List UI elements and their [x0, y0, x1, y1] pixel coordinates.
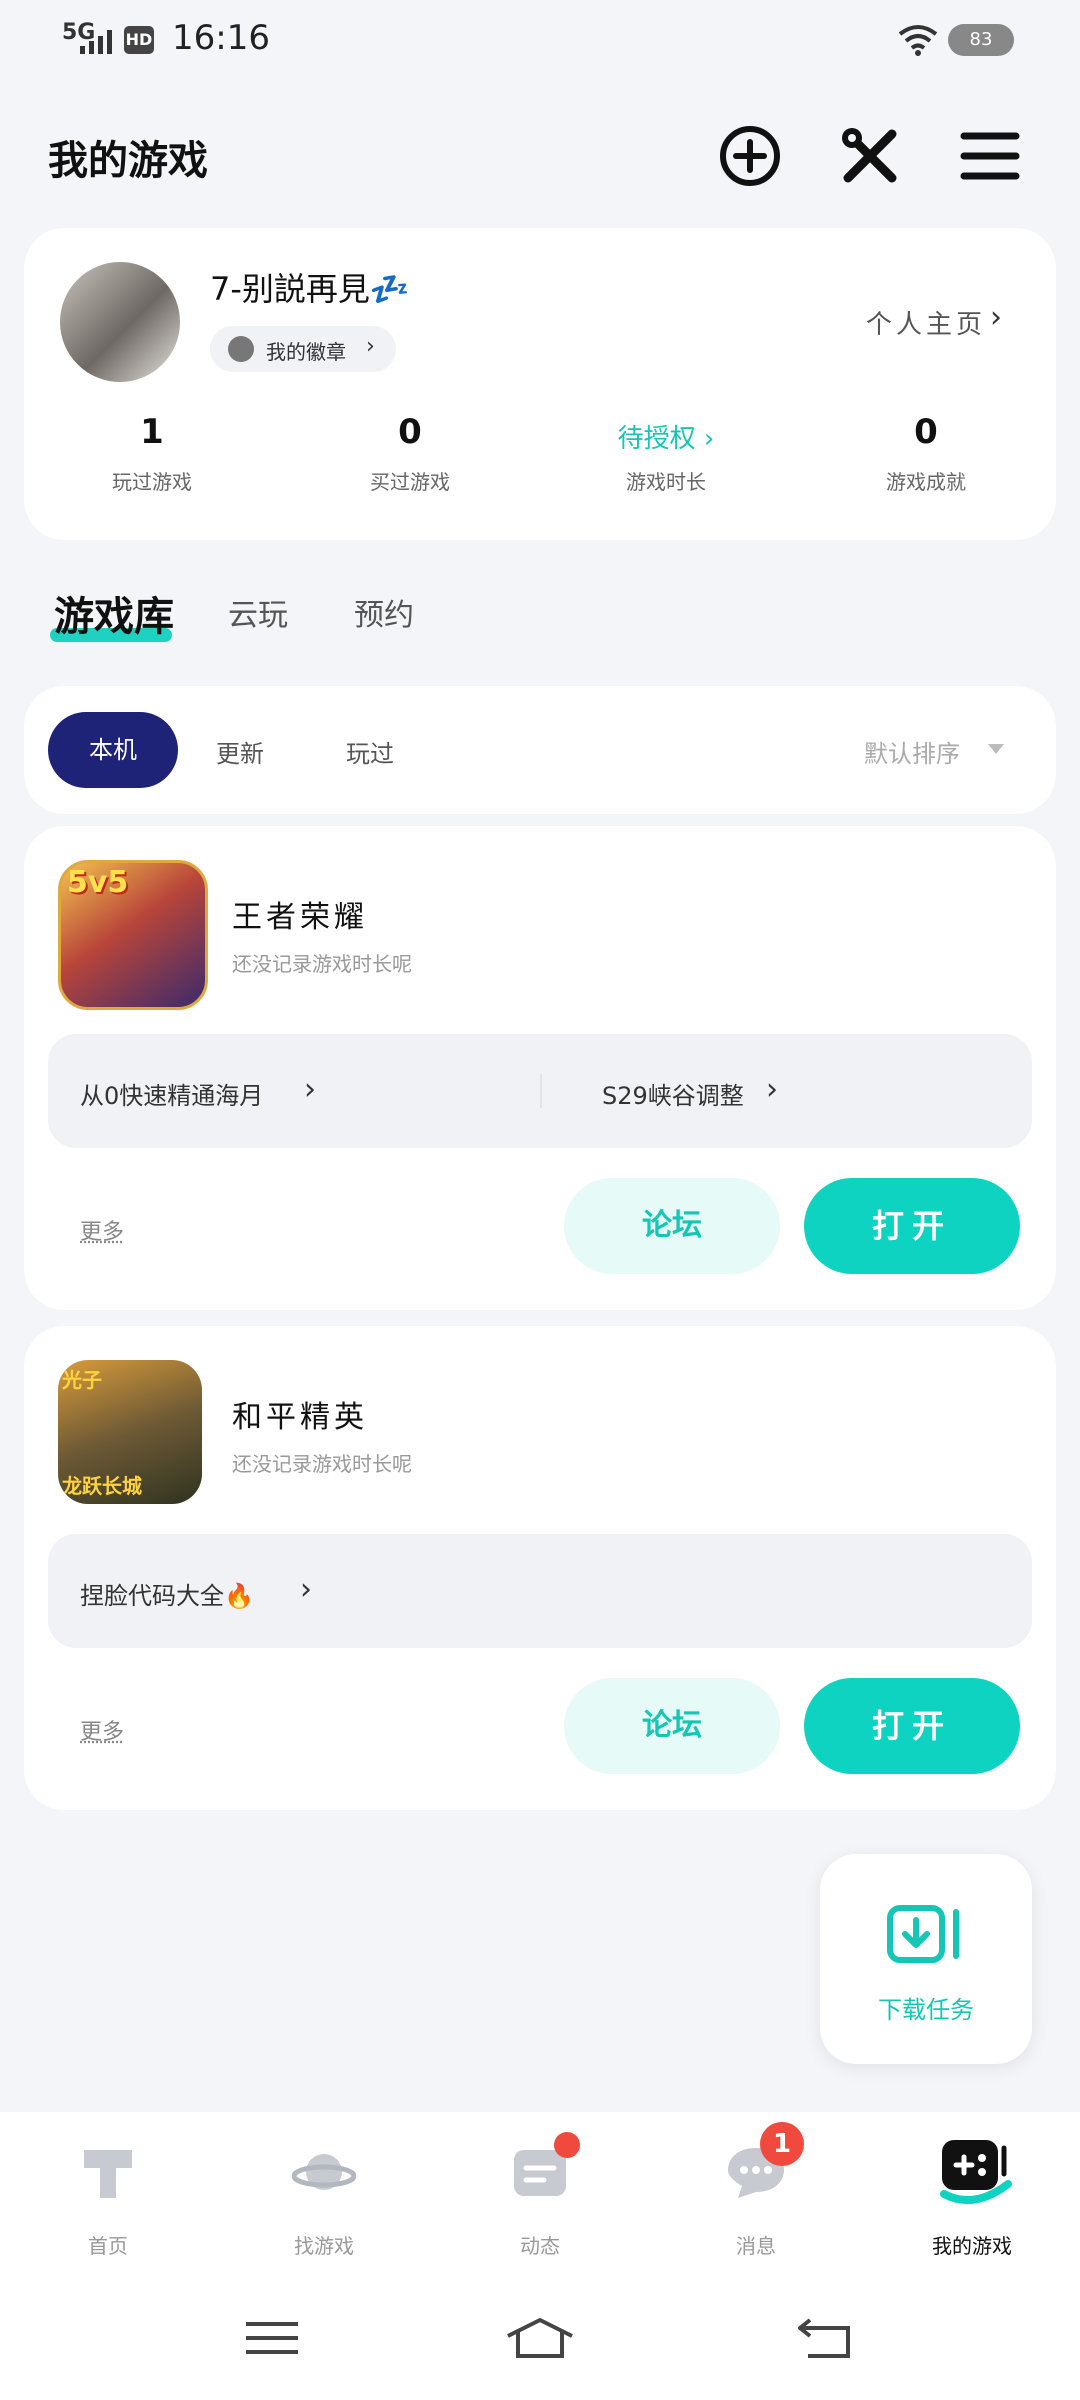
nav-label: 消息: [736, 2234, 776, 2258]
chevron-right-icon: ›: [990, 300, 1002, 335]
tools-icon[interactable]: [834, 120, 906, 192]
tab-game-library[interactable]: 游戏库: [54, 584, 174, 642]
badge-label: 我的徽章: [266, 340, 346, 364]
nav-item-find-games[interactable]: 找游戏: [216, 2130, 432, 2280]
nav-item-feed[interactable]: 动态: [432, 2130, 648, 2280]
icon-badge-text: 光子: [62, 1368, 102, 1392]
back-icon[interactable]: [796, 2316, 856, 2360]
clock: 16:16: [172, 18, 270, 58]
stat-label: 游戏成就: [886, 470, 966, 494]
message-count-badge: 1: [760, 2122, 804, 2166]
notification-dot: [554, 2132, 580, 2158]
chevron-right-icon: ›: [304, 1072, 316, 1107]
more-link[interactable]: 更多: [80, 1214, 124, 1246]
game-icon-honor-of-kings[interactable]: 5v5: [58, 860, 208, 1010]
game-icon-peacekeeper-elite[interactable]: 光子 龙跃长城: [58, 1360, 202, 1504]
nav-label: 我的游戏: [932, 2234, 1012, 2258]
nav-label: 首页: [88, 2234, 128, 2258]
open-button[interactable]: 打开: [804, 1178, 1020, 1274]
homepage-link[interactable]: 个人主页: [866, 304, 986, 341]
stat-label: 玩过游戏: [112, 470, 192, 494]
avatar[interactable]: [60, 262, 180, 382]
authorize-link[interactable]: 待授权 ›: [566, 418, 766, 455]
game-name: 和平精英: [232, 1400, 368, 1435]
nav-label: 找游戏: [294, 2234, 354, 2258]
menu-icon[interactable]: [954, 120, 1026, 192]
download-task-button[interactable]: 下载任务: [820, 1854, 1032, 2064]
home-icon: [84, 2150, 132, 2198]
hd-badge: HD: [124, 26, 154, 54]
status-bar: 5G HD 16:16 83: [0, 0, 1080, 80]
stat-label: 买过游戏: [370, 470, 450, 494]
filter-updates[interactable]: 更新: [216, 734, 264, 769]
sort-dropdown[interactable]: 默认排序: [864, 734, 960, 769]
tip-link[interactable]: S29峡谷调整: [602, 1076, 744, 1111]
page-title: 我的游戏: [48, 138, 208, 184]
battery-indicator: 83: [948, 24, 1014, 56]
wifi-icon: [898, 25, 938, 56]
game-subtitle: 还没记录游戏时长呢: [232, 1452, 412, 1476]
game-subtitle: 还没记录游戏时长呢: [232, 952, 412, 976]
divider: [540, 1074, 542, 1108]
medal-icon: [228, 336, 254, 362]
filter-played[interactable]: 玩过: [346, 734, 394, 769]
icon-badge-text: 5v5: [67, 865, 129, 900]
tip-link[interactable]: 从0快速精通海月: [80, 1076, 263, 1111]
stat-value: 0: [914, 412, 938, 452]
signal-icon: [80, 30, 112, 54]
home-nav-icon[interactable]: [504, 2316, 576, 2360]
stat-value: 0: [398, 412, 422, 452]
stat-value: 1: [140, 412, 164, 452]
add-circle-icon[interactable]: [714, 120, 786, 192]
tab-cloud-play[interactable]: 云玩: [228, 590, 288, 634]
filter-local[interactable]: 本机: [48, 712, 178, 788]
chevron-right-icon: ›: [300, 1572, 312, 1607]
stat-label: 游戏时长: [626, 470, 706, 494]
nav-label: 动态: [520, 2234, 560, 2258]
download-task-label: 下载任务: [878, 1996, 974, 2024]
tab-reservation[interactable]: 预约: [354, 590, 414, 634]
caret-down-icon: [988, 744, 1004, 754]
tip-link[interactable]: 捏脸代码大全🔥: [80, 1576, 254, 1611]
badge-button[interactable]: 我的徽章 ›: [210, 326, 396, 372]
game-name: 王者荣耀: [232, 900, 368, 935]
nav-item-home[interactable]: 首页: [0, 2130, 216, 2280]
forum-button[interactable]: 论坛: [564, 1678, 780, 1774]
gamepad-icon: [940, 2140, 1012, 2204]
recent-apps-icon[interactable]: [242, 2316, 302, 2360]
username: 7-别説再見💤: [210, 270, 410, 308]
chevron-right-icon: ›: [366, 334, 375, 359]
nav-item-my-games[interactable]: 我的游戏: [864, 2130, 1080, 2280]
download-icon: [887, 1905, 959, 1963]
planet-icon: [292, 2154, 356, 2190]
more-link[interactable]: 更多: [80, 1714, 124, 1746]
icon-badge-text: 龙跃长城: [62, 1474, 142, 1498]
nav-item-messages[interactable]: 1 消息: [648, 2122, 864, 2280]
forum-button[interactable]: 论坛: [564, 1178, 780, 1274]
open-button[interactable]: 打开: [804, 1678, 1020, 1774]
chevron-right-icon: ›: [766, 1072, 778, 1107]
